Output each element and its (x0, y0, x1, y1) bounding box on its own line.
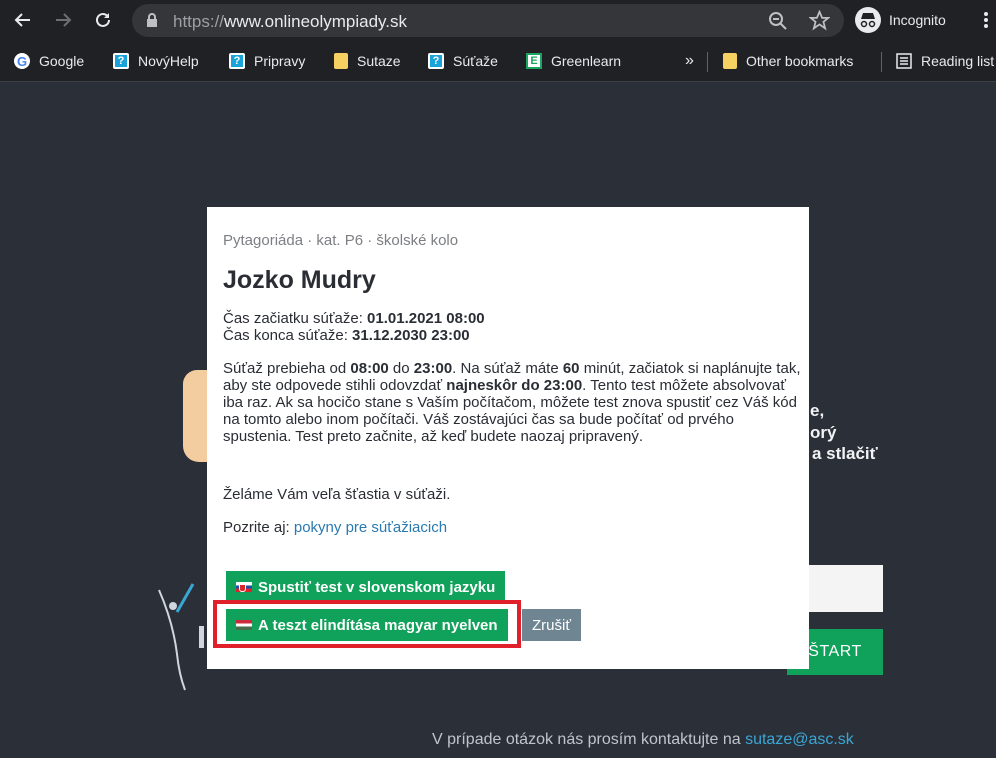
incognito-icon (855, 7, 881, 33)
bookmark-pripravy[interactable]: ? Pripravy (229, 51, 305, 71)
incognito-label: Incognito (889, 12, 946, 28)
bookmarks-divider (881, 52, 882, 72)
reload-icon (96, 12, 110, 27)
back-button[interactable] (11, 8, 35, 32)
competition-times: Čas začiatku súťaže: 01.01.2021 08:00 Ča… (223, 310, 485, 344)
bookmarks-divider (707, 52, 708, 72)
forward-arrow-icon (56, 13, 72, 27)
instructions-link[interactable]: pokyny pre súťažiacich (294, 519, 447, 536)
end-time: 31.12.2030 23:00 (352, 327, 470, 344)
google-icon: G (14, 53, 30, 69)
bookmarks-bar: G Google ? NovýHelp ? Pripravy Sutaze ? Súťa… (0, 40, 996, 82)
folder-icon (334, 53, 348, 69)
contestant-name: Jozko Mudry (223, 266, 376, 294)
bookmark-google[interactable]: G Google (14, 51, 84, 71)
folder-icon (723, 53, 737, 69)
address-bar[interactable]: https://www.onlineolympiady.sk (132, 4, 844, 37)
help-icon: ? (428, 53, 444, 69)
forward-button[interactable] (51, 8, 75, 32)
reading-list-icon (896, 53, 912, 69)
zoom-icon[interactable] (768, 11, 788, 31)
see-also: Pozrite aj: pokyny pre súťažiacich (223, 519, 448, 536)
background-text-fragment: e, (810, 401, 825, 420)
background-text-fragment: a stlačiť (812, 444, 878, 463)
bookmark-novyhelp[interactable]: ? NovýHelp (113, 51, 199, 71)
reload-button[interactable] (91, 8, 115, 32)
cancel-button[interactable]: Zrušiť (522, 609, 581, 641)
slovak-flag-icon (236, 582, 252, 592)
star-icon[interactable] (809, 10, 830, 31)
instructions-paragraph: Súťaž prebieha od 08:00 do 23:00. Na súť… (223, 360, 801, 445)
bookmark-sutaze[interactable]: ? Súťaže (428, 51, 498, 71)
bookmark-greenlearn[interactable]: E Greenlearn (526, 51, 621, 71)
good-luck-text: Želáme Vám veľa šťastia v súťaži. (223, 486, 451, 503)
code-input[interactable] (808, 565, 883, 612)
competition-breadcrumb: Pytagoriáda · kat. P6 · školské kolo (223, 232, 459, 249)
start-slovak-button[interactable]: Spustiť test v slovenskom jazyku (226, 571, 506, 603)
bookmark-sutaze-folder[interactable]: Sutaze (334, 51, 401, 71)
help-icon: ? (113, 53, 129, 69)
browser-toolbar: https://www.onlineolympiady.sk Incognito (0, 0, 996, 40)
url-text: https://www.onlineolympiady.sk (173, 12, 408, 31)
incognito-indicator[interactable]: Incognito (855, 6, 946, 34)
bookmark-other[interactable]: Other bookmarks (723, 51, 853, 71)
start-time: 01.01.2021 08:00 (367, 310, 485, 327)
reading-list-button[interactable]: Reading list (896, 51, 994, 71)
help-icon: ? (229, 53, 245, 69)
contact-email-link[interactable]: sutaze@asc.sk (745, 731, 854, 748)
lock-icon (147, 13, 157, 27)
greenlearn-icon: E (526, 53, 542, 69)
bookmarks-overflow-button[interactable]: » (685, 51, 694, 71)
menu-dots-icon[interactable] (983, 11, 989, 29)
back-arrow-icon (14, 13, 30, 27)
background-text-fragment: orý (810, 423, 837, 442)
contact-footer: V prípade otázok nás prosím kontaktujte … (432, 731, 854, 748)
annotation-highlight-box (213, 600, 521, 648)
